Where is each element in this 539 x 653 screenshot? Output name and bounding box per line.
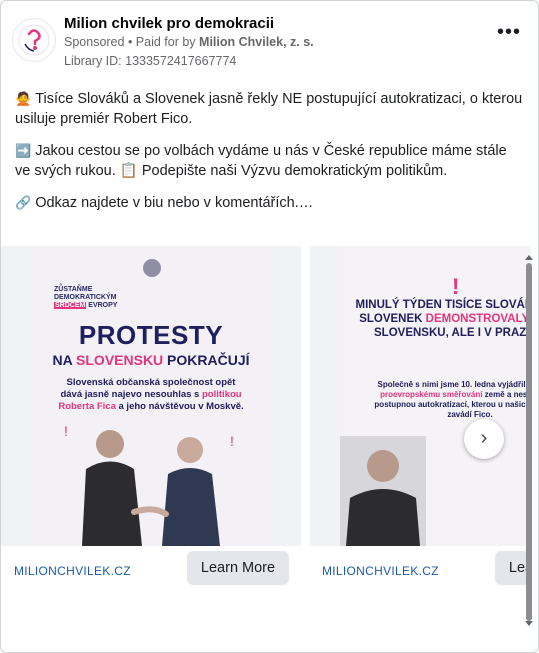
post-paragraph: ➡️ Jakou cestou se po volbách vydáme u ná…	[15, 141, 525, 181]
creative-headline: MINULÝ TÝDEN TISÍCE SLOVÁKŮ A SLOVENEK D…	[344, 298, 532, 340]
chevron-right-icon: ›	[480, 427, 488, 449]
library-id: Library ID: 1333572417667774	[64, 54, 237, 68]
tagline-line: DEMOKRATICKÝM	[54, 294, 117, 301]
description-part: Společně s nimi jsme 10. ledna vyjádřili…	[377, 380, 531, 389]
tagline-line: ZŮSTAŇME	[54, 286, 93, 293]
headline-highlight: DEMONSTROVALY	[425, 313, 529, 325]
separator: •	[124, 35, 136, 49]
brand-logo-icon	[143, 259, 161, 277]
paragraph-text: Jakou cestou se po volbách vydáme u nás …	[15, 143, 507, 179]
scroll-thumb[interactable]	[526, 263, 532, 621]
raised-hand-icon: 🙅	[15, 91, 32, 106]
paid-for-name: Milion Chvilek, z. s.	[199, 35, 314, 49]
tagline-highlight: SRDCEM	[54, 302, 87, 309]
card-url[interactable]: MILIONCHVILEK.CZ	[322, 564, 439, 578]
tagline-line: EVROPY	[86, 302, 118, 309]
scroll-down-icon[interactable]	[525, 621, 533, 626]
scroll-up-icon[interactable]	[525, 255, 533, 260]
post-body: 🙅 Tisíce Slováků a Slovenek jasně řekly N…	[15, 89, 525, 225]
description-highlight: proevropskému směřování	[380, 390, 483, 399]
learn-more-button[interactable]: Learn More	[187, 551, 289, 585]
exclamation-icon: !	[452, 274, 460, 299]
arrow-right-icon: ➡️	[15, 143, 32, 158]
subheadline-part: NA	[52, 352, 77, 368]
svg-text:!: !	[64, 424, 68, 439]
more-options-button[interactable]: •••	[497, 22, 521, 45]
carousel-card[interactable]: ! MINULÝ TÝDEN TISÍCE SLOVÁKŮ A SLOVENEK…	[310, 246, 531, 598]
ad-post: Milion chvilek pro demokracii Sponsored …	[0, 0, 539, 653]
link-icon: 🔗	[15, 195, 32, 210]
scrollbar[interactable]	[524, 255, 534, 626]
post-paragraph: 🙅 Tisíce Slováků a Slovenek jasně řekly N…	[15, 89, 525, 129]
creative-tagline: ZŮSTAŇME DEMOKRATICKÝM SRDCEM EVROPY	[54, 286, 117, 310]
page-avatar[interactable]	[12, 18, 56, 62]
handshake-photo: ! !	[62, 424, 242, 546]
sponsored-label[interactable]: Sponsored	[64, 35, 124, 49]
creative-headline: PROTESTY	[78, 320, 224, 350]
card-footer: MILIONCHVILEK.CZ Learn More	[310, 546, 531, 598]
card-image[interactable]: ! MINULÝ TÝDEN TISÍCE SLOVÁKŮ A SLOVENEK…	[340, 246, 531, 546]
creative-description: Slovenská občanská společnost opět dává …	[56, 377, 246, 413]
ad-carousel[interactable]: ZŮSTAŇME DEMOKRATICKÝM SRDCEM EVROPY PRO…	[1, 246, 531, 598]
more-horizontal-icon: •••	[497, 21, 522, 43]
card-image[interactable]: ZŮSTAŇME DEMOKRATICKÝM SRDCEM EVROPY PRO…	[32, 246, 270, 546]
paragraph-text: Tisíce Slováků a Slovenek jasně řekly NE…	[15, 91, 523, 127]
creative-description: Společně s nimi jsme 10. ledna vyjádřili…	[370, 380, 531, 420]
subheadline-part: POKRAČUJÍ	[163, 352, 250, 368]
paid-for-prefix: Paid for by	[135, 35, 200, 49]
paragraph-text[interactable]: Odkaz najdete v biu nebo v komentářích.…	[35, 195, 313, 211]
carousel-next-button[interactable]: ›	[464, 419, 504, 459]
creative-subheadline: NA SLOVENSKU POKRAČUJÍ	[32, 352, 270, 368]
milion-chvilek-logo-icon	[18, 24, 50, 56]
carousel-card[interactable]: ZŮSTAŇME DEMOKRATICKÝM SRDCEM EVROPY PRO…	[1, 246, 301, 598]
card-footer: MILIONCHVILEK.CZ Learn More	[1, 546, 301, 598]
subheadline-highlight: SLOVENSKU	[76, 352, 164, 368]
svg-text:!: !	[230, 433, 234, 449]
page-name[interactable]: Milion chvilek pro demokracii	[64, 15, 274, 32]
description-part: a jeho návštěvou v Moskvě.	[115, 401, 244, 412]
sponsored-line: Sponsored • Paid for by Milion Chvilek, …	[64, 35, 314, 49]
card-url[interactable]: MILIONCHVILEK.CZ	[14, 564, 131, 578]
person-photo	[340, 436, 426, 546]
post-paragraph: 🔗 Odkaz najdete v biu nebo v komentářích.…	[15, 193, 525, 213]
